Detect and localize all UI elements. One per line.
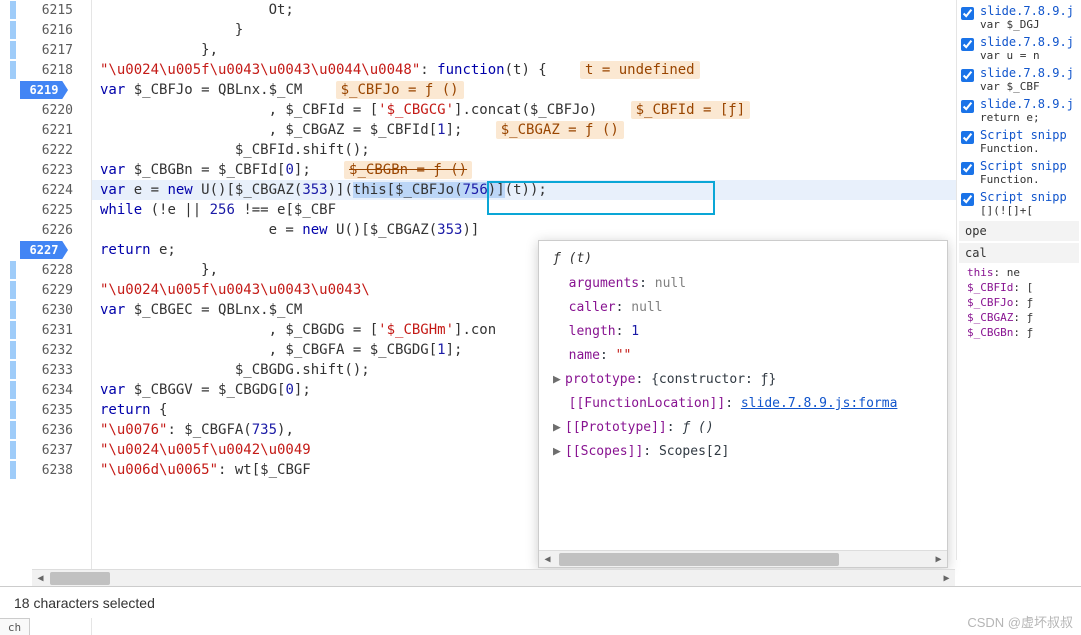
breakpoint-checkbox[interactable] xyxy=(961,7,974,20)
line-number[interactable]: 6219 xyxy=(0,80,91,100)
line-number[interactable]: 6229 xyxy=(0,280,91,300)
tooltip-property: length: 1 xyxy=(553,320,933,344)
breakpoint-marker[interactable]: 6219 xyxy=(20,81,68,99)
tooltip-proto2[interactable]: ▶[[Prototype]]: ƒ () xyxy=(553,416,933,440)
scope-local-header[interactable]: cal xyxy=(959,243,1079,263)
scope-variable[interactable]: $_CBFJo: ƒ xyxy=(959,295,1079,310)
breakpoint-item[interactable]: slide.7.8.9.jreturn e; xyxy=(959,97,1079,124)
code-line[interactable]: while (!e || 256 !== e[$_CBF xyxy=(92,200,1081,220)
marker xyxy=(10,301,16,319)
breakpoint-checkbox[interactable] xyxy=(961,162,974,175)
marker xyxy=(10,281,16,299)
code-line[interactable]: var e = new U()[$_CBGAZ(353)](this[$_CBF… xyxy=(92,180,1081,200)
line-number[interactable]: 6223 xyxy=(0,160,91,180)
status-bar: 18 characters selected xyxy=(0,586,1081,618)
marker xyxy=(10,341,16,359)
line-number[interactable]: 6233 xyxy=(0,360,91,380)
code-line[interactable]: , $_CBGAZ = $_CBFId[1]; $_CBGAZ = ƒ () xyxy=(92,120,1081,140)
marker xyxy=(10,381,16,399)
line-number[interactable]: 6227 xyxy=(0,240,91,260)
breakpoint-checkbox[interactable] xyxy=(961,38,974,51)
breakpoint-item[interactable]: slide.7.8.9.jvar u = n xyxy=(959,35,1079,62)
breakpoint-item[interactable]: Script snippFunction. xyxy=(959,159,1079,186)
tooltip-scrollbar[interactable]: ◀ ▶ xyxy=(539,550,947,567)
bottom-tab[interactable]: ch xyxy=(0,618,30,635)
marker xyxy=(10,1,16,19)
line-number[interactable]: 6222 xyxy=(0,140,91,160)
marker xyxy=(10,421,16,439)
line-number[interactable]: 6224 xyxy=(0,180,91,200)
line-number[interactable]: 6225 xyxy=(0,200,91,220)
line-number[interactable]: 6226 xyxy=(0,220,91,240)
marker xyxy=(10,61,16,79)
line-number[interactable]: 6217 xyxy=(0,40,91,60)
tooltip-property: name: "" xyxy=(553,344,933,368)
line-number[interactable]: 6237 xyxy=(0,440,91,460)
code-line[interactable]: }, xyxy=(92,40,1081,60)
scroll-right-icon[interactable]: ▶ xyxy=(930,551,947,568)
scroll-left-icon[interactable]: ◀ xyxy=(32,570,49,587)
marker xyxy=(10,321,16,339)
marker xyxy=(10,21,16,39)
tooltip-signature: ƒ (t) xyxy=(553,251,933,266)
scope-variable[interactable]: $_CBGAZ: ƒ xyxy=(959,310,1079,325)
breakpoint-item[interactable]: Script snipp[](![]+[ xyxy=(959,190,1079,217)
breakpoint-checkbox[interactable] xyxy=(961,100,974,113)
breakpoint-item[interactable]: slide.7.8.9.jvar $_DGJ xyxy=(959,4,1079,31)
code-line[interactable]: } xyxy=(92,20,1081,40)
line-number[interactable]: 6230 xyxy=(0,300,91,320)
tooltip-scroll-thumb[interactable] xyxy=(559,553,839,566)
tooltip-prototype[interactable]: ▶prototype: {constructor: ƒ} xyxy=(553,368,933,392)
tooltip-scopes[interactable]: ▶[[Scopes]]: Scopes[2] xyxy=(553,440,933,464)
code-line[interactable]: Ot; xyxy=(92,0,1081,20)
scope-header: ope xyxy=(959,221,1079,241)
line-number[interactable]: 6228 xyxy=(0,260,91,280)
code-line[interactable]: "\u0024\u005f\u0043\u0043\u0044\u0048": … xyxy=(92,60,1081,80)
line-number[interactable]: 6236 xyxy=(0,420,91,440)
code-line[interactable]: e = new U()[$_CBGAZ(353)] xyxy=(92,220,1081,240)
code-h-scrollbar[interactable]: ◀ ▶ xyxy=(32,569,955,586)
line-number[interactable]: 6235 xyxy=(0,400,91,420)
marker xyxy=(10,361,16,379)
breakpoint-item[interactable]: slide.7.8.9.jvar $_CBF xyxy=(959,66,1079,93)
line-number[interactable]: 6216 xyxy=(0,20,91,40)
code-line[interactable]: var $_CBFJo = QBLnx.$_CM $_CBFJo = ƒ () xyxy=(92,80,1081,100)
marker xyxy=(10,441,16,459)
marker xyxy=(10,461,16,479)
code-line[interactable]: $_CBFId.shift(); xyxy=(92,140,1081,160)
code-line[interactable]: var $_CBGBn = $_CBFId[0]; $_CBGBn = ƒ () xyxy=(92,160,1081,180)
code-line[interactable]: , $_CBFId = ['$_CBGCG'].concat($_CBFJo) … xyxy=(92,100,1081,120)
scroll-right-icon[interactable]: ▶ xyxy=(938,570,955,587)
line-number[interactable]: 6220 xyxy=(0,100,91,120)
scroll-left-icon[interactable]: ◀ xyxy=(539,551,556,568)
line-gutter: 6215621662176218621962206221622262236224… xyxy=(0,0,92,635)
line-number[interactable]: 6234 xyxy=(0,380,91,400)
scope-variable[interactable]: $_CBGBn: ƒ xyxy=(959,325,1079,340)
marker xyxy=(10,41,16,59)
line-number[interactable]: 6231 xyxy=(0,320,91,340)
tooltip-property: arguments: null xyxy=(553,272,933,296)
tooltip-property: caller: null xyxy=(553,296,933,320)
line-number[interactable]: 6232 xyxy=(0,340,91,360)
object-inspect-tooltip: ƒ (t) arguments: null caller: null lengt… xyxy=(538,240,948,568)
fnlocation-link[interactable]: slide.7.8.9.js:forma xyxy=(741,396,898,411)
scope-variable[interactable]: this: ne xyxy=(959,265,1079,280)
breakpoint-item[interactable]: Script snippFunction. xyxy=(959,128,1079,155)
breakpoint-marker[interactable]: 6227 xyxy=(20,241,68,259)
line-number[interactable]: 6218 xyxy=(0,60,91,80)
scope-variable[interactable]: $_CBFId: [ xyxy=(959,280,1079,295)
breakpoints-panel: slide.7.8.9.jvar $_DGJ slide.7.8.9.jvar u… xyxy=(956,0,1081,560)
marker xyxy=(10,401,16,419)
marker xyxy=(10,261,16,279)
line-number[interactable]: 6215 xyxy=(0,0,91,20)
breakpoint-checkbox[interactable] xyxy=(961,69,974,82)
breakpoint-checkbox[interactable] xyxy=(961,131,974,144)
breakpoint-checkbox[interactable] xyxy=(961,193,974,206)
line-number[interactable]: 6221 xyxy=(0,120,91,140)
line-number[interactable]: 6238 xyxy=(0,460,91,480)
code-scroll-thumb[interactable] xyxy=(50,572,110,585)
watermark: CSDN @虚坏叔叔 xyxy=(967,612,1073,631)
tooltip-fnlocation[interactable]: [[FunctionLocation]]: slide.7.8.9.js:for… xyxy=(553,392,933,416)
